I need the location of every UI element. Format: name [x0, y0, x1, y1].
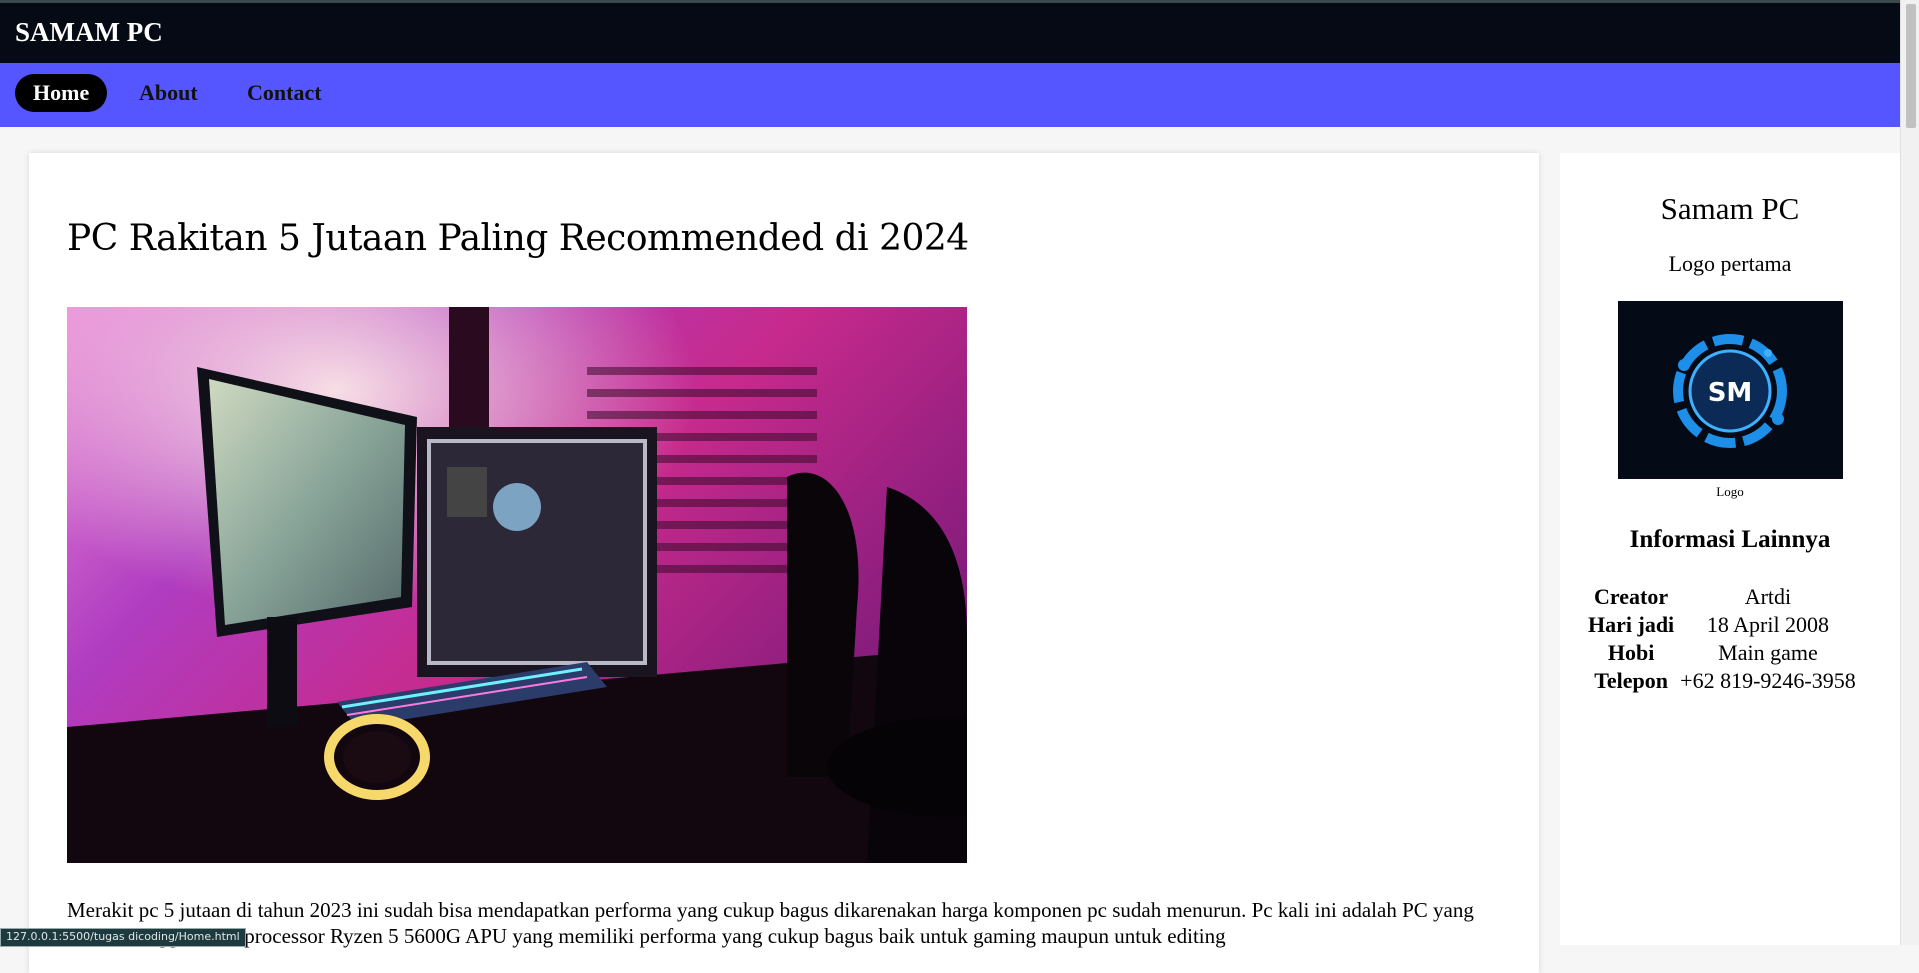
logo-text: SM	[1708, 378, 1753, 408]
page-scrollbar[interactable]	[1900, 0, 1919, 945]
info-key: Hari jadi	[1588, 612, 1675, 637]
sidebar-title: Samam PC	[1660, 191, 1800, 226]
nav-about[interactable]: About	[139, 74, 198, 112]
info-row: Hobi Main game	[1585, 639, 1859, 667]
info-key: Telepon	[1594, 668, 1668, 693]
article-title: PC Rakitan 5 Jutaan Paling Recommended d…	[67, 218, 969, 259]
info-row: Hari jadi 18 April 2008	[1585, 611, 1859, 639]
sm-logo-icon: SM	[1618, 301, 1843, 479]
main-nav: Home About Contact	[0, 63, 1900, 127]
sidebar-subtitle: Logo pertama	[1668, 251, 1792, 276]
logo-caption: Logo	[1716, 484, 1744, 499]
article-body: Merakit pc 5 jutaan di tahun 2023 ini su…	[67, 898, 1474, 948]
article-card: PC Rakitan 5 Jutaan Paling Recommended d…	[29, 153, 1539, 973]
info-row: Creator Artdi	[1585, 583, 1859, 611]
info-value: Main game	[1718, 640, 1818, 665]
site-header: SAMAM PC	[0, 3, 1900, 63]
info-value: +62 819-9246-3958	[1680, 668, 1856, 693]
status-bar-url: 127.0.0.1:5500/tugas dicoding/Home.html	[0, 928, 246, 947]
info-key: Hobi	[1607, 640, 1655, 665]
info-table: Creator Artdi Hari jadi 18 April 2008 Ho…	[1585, 583, 1859, 695]
info-value: 18 April 2008	[1706, 612, 1830, 637]
info-row: Telepon +62 819-9246-3958	[1585, 667, 1859, 695]
article-hero-image	[67, 307, 967, 863]
nav-home[interactable]: Home	[15, 74, 108, 112]
nav-contact[interactable]: Contact	[247, 74, 322, 112]
info-value: Artdi	[1744, 584, 1792, 609]
site-brand[interactable]: SAMAM PC	[15, 17, 163, 48]
pc-setup-illustration	[67, 307, 967, 863]
info-key: Creator	[1594, 584, 1669, 609]
scrollbar-thumb[interactable]	[1906, 4, 1916, 128]
sidebar: Samam PC Logo pertama SM Logo Informasi …	[1560, 153, 1900, 945]
logo-image: SM	[1618, 301, 1843, 479]
info-heading: Informasi Lainnya	[1629, 526, 1831, 553]
